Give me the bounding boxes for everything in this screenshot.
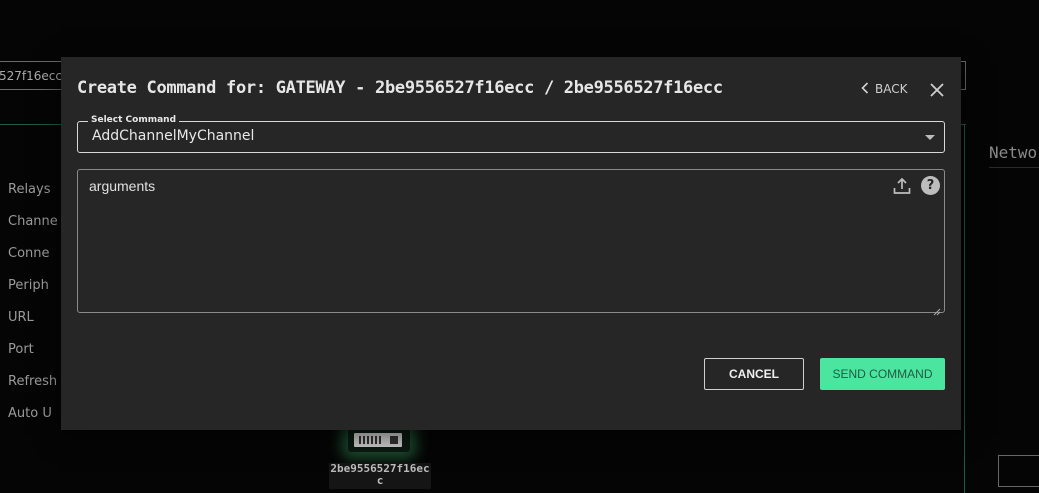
network-item-connections[interactable]: Conne xyxy=(8,246,50,261)
search-input-value: 527f16ecc xyxy=(0,69,62,83)
back-button-label: BACK xyxy=(875,82,908,96)
search-input[interactable]: 527f16ecc xyxy=(0,61,68,90)
gateway-device-node[interactable] xyxy=(348,428,410,452)
network-panel: Netwo xyxy=(989,143,1039,168)
close-icon[interactable] xyxy=(927,80,947,100)
arguments-field: ? xyxy=(77,169,945,316)
send-command-button[interactable]: SEND COMMAND xyxy=(820,358,945,390)
back-button[interactable]: BACK xyxy=(861,82,907,96)
network-item-refresh[interactable]: Refresh xyxy=(8,374,57,389)
select-command-value: AddChannelMyChannel xyxy=(92,128,255,144)
gateway-device-icon xyxy=(354,433,402,447)
help-icon[interactable]: ? xyxy=(921,176,940,195)
network-item-peripherals[interactable]: Periph xyxy=(8,278,49,293)
arguments-input[interactable] xyxy=(78,170,944,312)
select-command-dropdown[interactable]: Select Command AddChannelMyChannel xyxy=(77,115,945,153)
chevron-left-icon xyxy=(861,82,869,96)
gateway-device-label: 2be9556527f16ecc xyxy=(329,462,431,489)
resize-grip-icon[interactable] xyxy=(933,301,941,316)
network-item-auto-update[interactable]: Auto U xyxy=(8,406,52,421)
network-panel-title: Netwo xyxy=(989,143,1039,168)
cancel-button[interactable]: CANCEL xyxy=(704,358,804,390)
upload-icon[interactable] xyxy=(892,176,912,196)
create-command-dialog: Create Command for: GATEWAY - 2be9556527… xyxy=(61,57,961,430)
network-item-channels[interactable]: Channe xyxy=(8,214,58,229)
network-item-relays[interactable]: Relays xyxy=(8,182,51,197)
dropdown-arrow-icon xyxy=(925,135,935,140)
network-item-url[interactable]: URL xyxy=(8,310,34,325)
select-command-label: Select Command xyxy=(88,115,180,125)
dialog-title: Create Command for: GATEWAY - 2be9556527… xyxy=(77,78,723,98)
network-panel-field[interactable] xyxy=(998,455,1039,487)
panel-divider xyxy=(964,124,965,493)
network-item-port[interactable]: Port xyxy=(8,342,34,357)
